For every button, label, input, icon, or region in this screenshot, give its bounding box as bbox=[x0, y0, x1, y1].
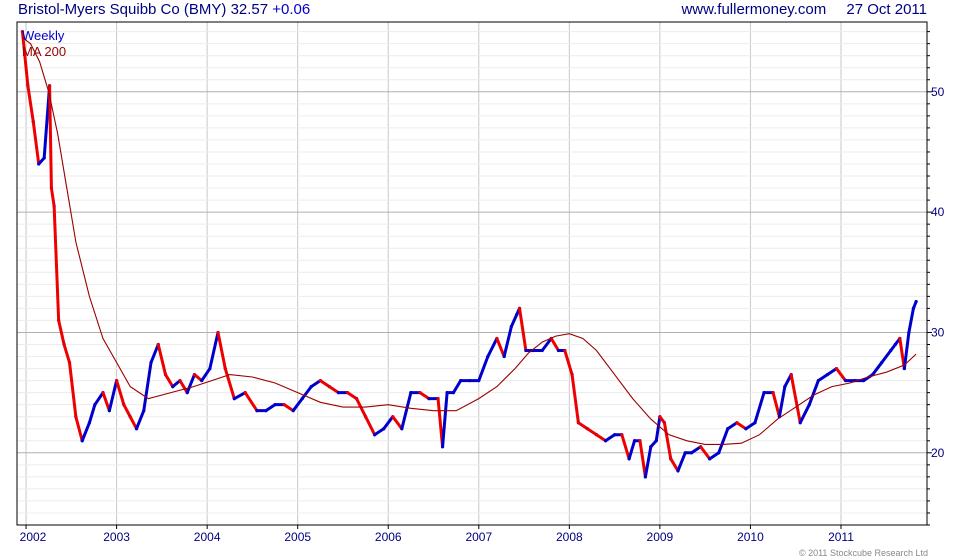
price-segment bbox=[627, 439, 637, 461]
price-segment bbox=[638, 439, 647, 479]
price-segment bbox=[451, 379, 463, 395]
price-segment bbox=[816, 373, 829, 383]
y-tick-label: 30 bbox=[931, 325, 945, 339]
price-segment bbox=[142, 361, 153, 413]
y-tick-label: 20 bbox=[931, 446, 945, 460]
price-segment bbox=[604, 433, 617, 443]
price-chart: 2002 2003 2004 2005 2006 2007 2008 2009 2010 2011… bbox=[16, 21, 945, 544]
price-segment bbox=[216, 330, 227, 371]
price-segment bbox=[243, 391, 259, 413]
price-segment bbox=[107, 379, 119, 413]
x-tick-label: 2011 bbox=[828, 530, 854, 544]
price-segment bbox=[418, 391, 431, 401]
price-segment bbox=[495, 336, 506, 359]
price-segment bbox=[208, 330, 220, 371]
price-segment bbox=[62, 342, 72, 365]
price-segment bbox=[373, 427, 386, 437]
weekly-bars bbox=[20, 30, 918, 479]
x-tick-label: 2006 bbox=[375, 530, 402, 544]
price-segment bbox=[726, 421, 739, 431]
price-segment bbox=[441, 391, 449, 449]
price-segment bbox=[52, 204, 61, 322]
price-segment bbox=[232, 391, 247, 401]
y-tick-label: 50 bbox=[931, 85, 945, 99]
price-segment bbox=[49, 186, 56, 208]
price-segment bbox=[178, 379, 189, 395]
price-segment bbox=[135, 409, 146, 431]
price-segment bbox=[282, 403, 295, 413]
x-tick-label: 2010 bbox=[737, 530, 764, 544]
price-segment bbox=[486, 336, 499, 359]
price-segment bbox=[68, 361, 78, 419]
price-segment bbox=[345, 391, 359, 401]
price-segment bbox=[101, 391, 111, 413]
price-segment bbox=[789, 373, 802, 425]
x-tick-label: 2002 bbox=[20, 530, 47, 544]
price-segment bbox=[690, 445, 703, 455]
x-tick-label: 2009 bbox=[647, 530, 674, 544]
price-segment bbox=[223, 367, 236, 401]
price-segment bbox=[563, 349, 574, 377]
price-segment bbox=[364, 415, 377, 437]
price-segment bbox=[122, 403, 132, 419]
x-tick-label: 2004 bbox=[194, 530, 221, 544]
price-segment bbox=[654, 415, 662, 443]
price-segment bbox=[676, 451, 687, 473]
price-segment bbox=[502, 324, 513, 359]
price-segment bbox=[708, 451, 721, 461]
price-segment bbox=[149, 342, 160, 365]
copyright-text: © 2011 Stockcube Research Ltd bbox=[798, 548, 928, 558]
price-segment bbox=[264, 403, 277, 413]
y-tick-label: 40 bbox=[931, 205, 945, 219]
price-point bbox=[914, 299, 918, 304]
grid-lines bbox=[17, 22, 927, 526]
price-segment bbox=[93, 391, 105, 407]
price-segment bbox=[620, 433, 631, 461]
price-segment bbox=[570, 373, 580, 425]
price-segment bbox=[595, 433, 608, 443]
price-segment bbox=[825, 367, 838, 377]
price-segment bbox=[87, 403, 97, 425]
price-segment bbox=[391, 415, 404, 431]
price-segment bbox=[156, 342, 167, 377]
price-segment bbox=[327, 385, 340, 395]
ma200-line bbox=[22, 37, 917, 445]
price-segment bbox=[318, 379, 331, 389]
price-segment bbox=[128, 415, 139, 431]
price-segment bbox=[309, 379, 322, 389]
price-segment bbox=[80, 421, 91, 443]
x-tick-label: 2007 bbox=[465, 530, 492, 544]
price-segment bbox=[777, 385, 787, 419]
price-segment bbox=[798, 403, 811, 425]
price-segment bbox=[200, 367, 212, 383]
price-segment bbox=[585, 427, 599, 437]
price-segment bbox=[753, 391, 766, 425]
axis-ticks: 2002 2003 2004 2005 2006 2007 2008 2009 2010 2011… bbox=[20, 31, 945, 544]
price-segment bbox=[400, 391, 413, 431]
x-tick-label: 2008 bbox=[556, 530, 583, 544]
price-segment bbox=[643, 445, 653, 479]
price-segment bbox=[185, 373, 196, 395]
legend-weekly: Weekly bbox=[22, 28, 65, 43]
price-segment bbox=[355, 397, 368, 419]
price-segment bbox=[735, 421, 748, 431]
plot-frame bbox=[16, 21, 928, 526]
x-tick-label: 2003 bbox=[103, 530, 130, 544]
x-tick-label: 2005 bbox=[284, 530, 311, 544]
price-segment bbox=[576, 421, 589, 431]
legend-ma200: MA 200 bbox=[22, 44, 66, 59]
